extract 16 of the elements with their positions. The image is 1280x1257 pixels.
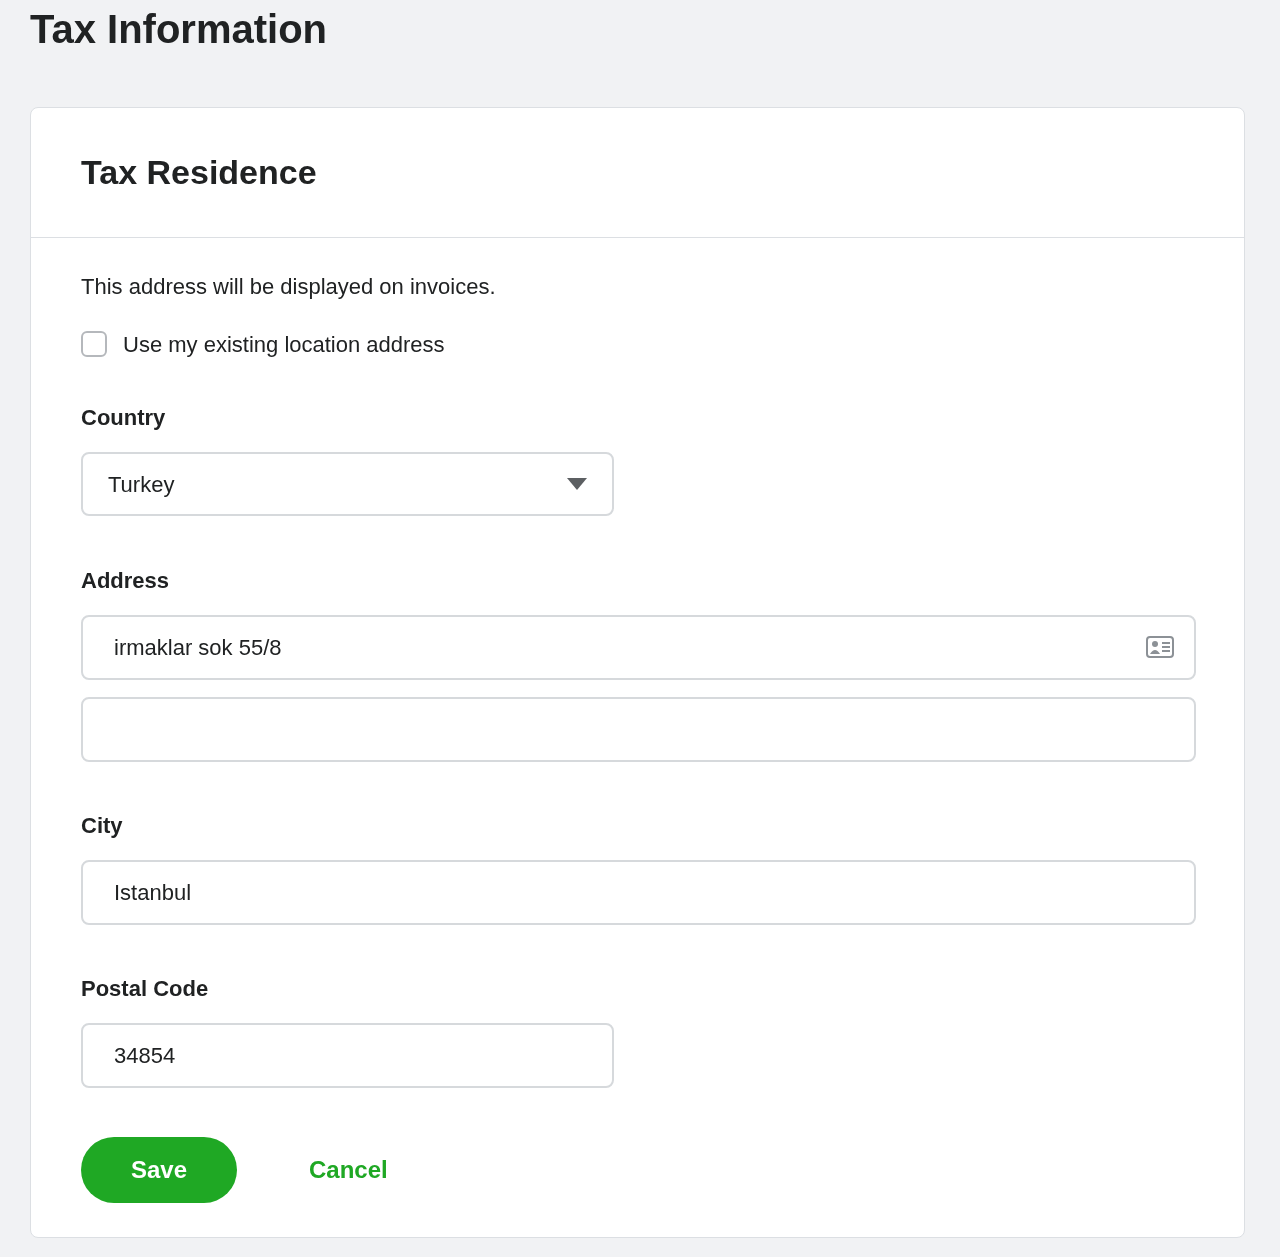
field-label: Country — [81, 404, 167, 432]
city-input[interactable]: Istanbul — [81, 860, 1196, 925]
dropdown-caret-icon — [567, 478, 587, 490]
contact-card-icon — [1146, 636, 1174, 658]
description-text: This address will be displayed on invoices. — [81, 273, 497, 301]
field-label: City — [81, 812, 124, 840]
card-title: Tax Residence — [81, 152, 317, 193]
checkbox-label: Use my existing location address — [123, 330, 445, 359]
field-label: Address — [81, 567, 171, 595]
postal-code-input[interactable]: 34854 — [81, 1023, 614, 1088]
checkbox[interactable] — [81, 331, 107, 357]
country-select[interactable]: Turkey — [81, 452, 614, 516]
address-line-input[interactable] — [81, 697, 1196, 762]
address-line-input[interactable]: irmaklar sok 55/8 — [81, 615, 1196, 680]
field-label: Postal Code — [81, 975, 210, 1003]
page-title: Tax Information — [30, 6, 329, 53]
